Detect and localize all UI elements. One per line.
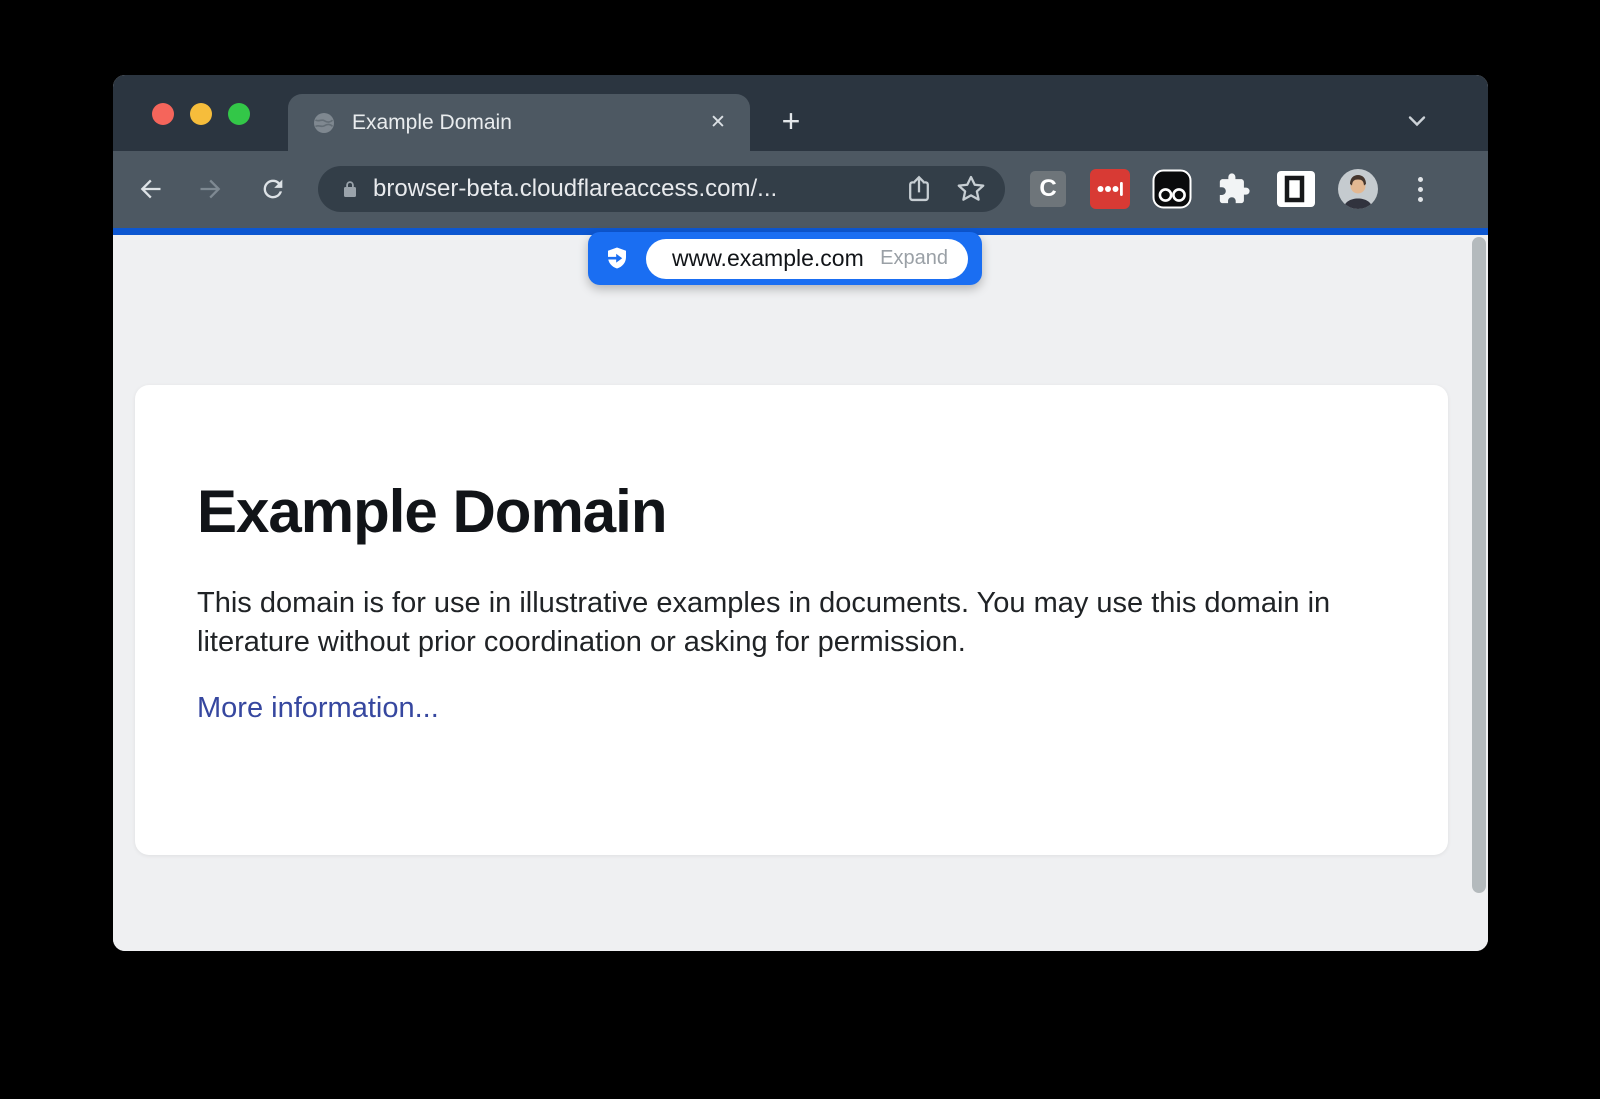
lock-icon[interactable]: [340, 179, 360, 199]
page-viewport: www.example.com Expand Example Domain Th…: [113, 235, 1488, 951]
extensions-puzzle-icon[interactable]: [1214, 169, 1254, 209]
globe-favicon-icon: [312, 111, 336, 135]
more-information-link[interactable]: More information...: [197, 692, 439, 725]
toolbar: browser-beta.cloudflareaccess.com/... C: [113, 151, 1488, 228]
share-icon[interactable]: [903, 173, 935, 205]
desktop: { "chrome": { "tab_title": "Example Doma…: [0, 0, 1600, 1099]
chevron-down-icon[interactable]: [1399, 103, 1435, 139]
back-arrow-icon: [136, 174, 164, 204]
extensions-row: C: [1028, 169, 1440, 209]
forward-button[interactable]: [193, 171, 229, 207]
tab-close-icon[interactable]: ✕: [704, 109, 732, 137]
reload-icon: [259, 174, 287, 204]
traffic-lights: [152, 103, 250, 125]
url-text: browser-beta.cloudflareaccess.com/...: [373, 175, 893, 203]
expand-button[interactable]: Expand: [880, 247, 948, 270]
tab-title: Example Domain: [352, 111, 512, 135]
extension-c-letter: C: [1039, 175, 1056, 203]
window-zoom-button[interactable]: [228, 103, 250, 125]
isolation-domain-pill[interactable]: www.example.com Expand: [588, 232, 982, 285]
url-bar[interactable]: browser-beta.cloudflareaccess.com/...: [318, 166, 1005, 212]
password-manager-red-dots-icon[interactable]: [1090, 169, 1130, 209]
tab-example-domain[interactable]: Example Domain ✕: [288, 94, 750, 151]
black-circles-extension-icon[interactable]: [1152, 169, 1192, 209]
tab-strip: Example Domain ✕ +: [113, 75, 1488, 151]
scrollbar-thumb[interactable]: [1472, 237, 1486, 893]
profile-avatar[interactable]: [1338, 169, 1378, 209]
shield-arrow-icon: [602, 244, 632, 274]
bookmark-star-icon[interactable]: [955, 173, 987, 205]
content-card: Example Domain This domain is for use in…: [135, 385, 1448, 855]
new-tab-button[interactable]: +: [773, 103, 809, 139]
isolation-address-field[interactable]: www.example.com Expand: [646, 239, 968, 279]
window-minimize-button[interactable]: [190, 103, 212, 125]
browser-window: Example Domain ✕ +: [113, 75, 1488, 951]
reload-button[interactable]: [255, 171, 291, 207]
extension-c-icon[interactable]: C: [1028, 169, 1068, 209]
side-panel-extension-icon[interactable]: [1276, 169, 1316, 209]
forward-arrow-icon: [197, 174, 225, 204]
menu-kebab-icon[interactable]: [1400, 169, 1440, 209]
isolated-domain-text: www.example.com: [672, 245, 864, 272]
window-close-button[interactable]: [152, 103, 174, 125]
back-button[interactable]: [132, 171, 168, 207]
page-paragraph: This domain is for use in illustrative e…: [197, 584, 1347, 662]
page-heading: Example Domain: [197, 477, 1386, 546]
